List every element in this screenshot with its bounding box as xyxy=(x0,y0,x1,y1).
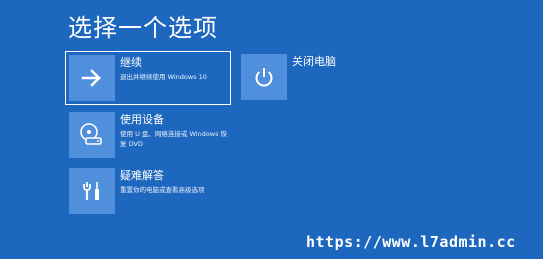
continue-label: 继续 xyxy=(120,56,142,69)
continue-description: 退出并继续使用 Windows 10 xyxy=(120,73,207,81)
use-device-description: 使用 U 盘、网络连接或 Windows 恢复 DVD xyxy=(120,130,228,148)
shutdown-option[interactable]: 关闭电脑 xyxy=(241,54,361,102)
troubleshoot-description: 重置你的电脑或查看高级选项 xyxy=(120,186,205,194)
use-device-label: 使用设备 xyxy=(120,113,164,126)
troubleshoot-label: 疑难解答 xyxy=(120,169,164,182)
shutdown-label: 关闭电脑 xyxy=(292,55,336,68)
arrow-right-icon xyxy=(69,55,115,101)
continue-option[interactable]: 继续 退出并继续使用 Windows 10 xyxy=(65,51,231,105)
disc-drive-icon xyxy=(69,112,115,158)
tools-icon xyxy=(69,168,115,214)
watermark-text: https://www.l7admin.cc xyxy=(306,233,516,251)
page-title: 选择一个选项 xyxy=(68,14,218,42)
troubleshoot-option[interactable]: 疑难解答 重置你的电脑或查看高级选项 xyxy=(69,168,239,216)
power-icon xyxy=(241,54,287,100)
use-device-option[interactable]: 使用设备 使用 U 盘、网络连接或 Windows 恢复 DVD xyxy=(69,112,239,160)
